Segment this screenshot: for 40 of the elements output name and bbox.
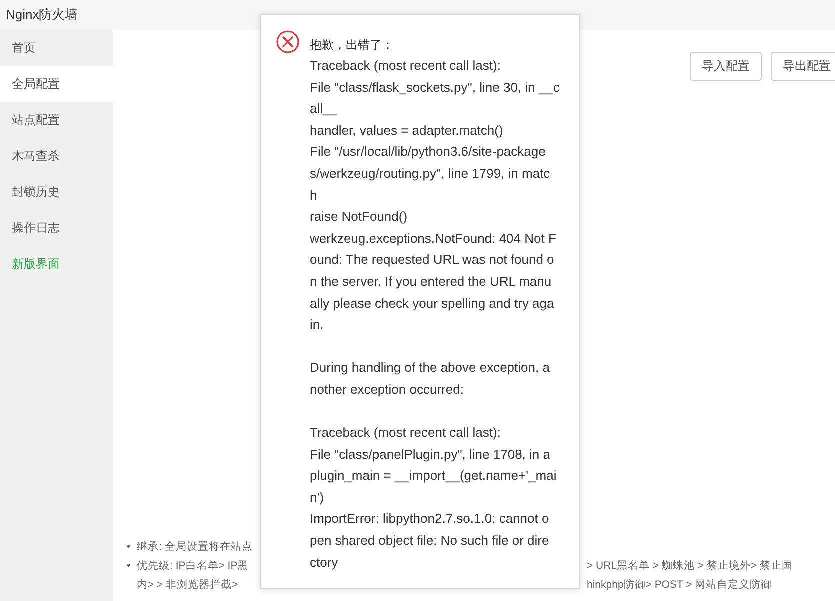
error-line: n') xyxy=(310,488,326,507)
note-text: 优先级: IP白名单> IP黑 xyxy=(137,559,250,574)
config-button[interactable]: 导入配置 xyxy=(690,52,762,81)
error-line: s/werkzeug/routing.py", line 1799, in matc xyxy=(310,164,552,183)
app-title: Nginx防火墙 xyxy=(6,6,78,24)
error-line: raise NotFound() xyxy=(310,208,409,226)
error-line: plugin_main = __import__(get.name+'_mai xyxy=(310,467,558,486)
error-line: ImportError: libpython2.7.so.1.0: cannot o xyxy=(310,510,550,528)
bullet-mark: • xyxy=(127,540,132,555)
error-line: Traceback (most recent call last): xyxy=(310,57,502,75)
note-text: 继承: 全局设置将在站点 xyxy=(137,540,254,555)
sidebar-item[interactable]: 封锁历史 xyxy=(0,174,113,210)
error-line: n the server. If you entered the URL manu xyxy=(310,272,553,291)
sidebar-item[interactable]: 站点配置 xyxy=(0,102,113,138)
error-line: in. xyxy=(310,316,325,334)
config-button[interactable]: 导出配置 xyxy=(771,52,835,81)
error-line: all__ xyxy=(310,100,339,118)
error-line: ound: The requested URL was not found o xyxy=(310,251,556,270)
error-icon xyxy=(276,30,300,54)
sidebar-item[interactable]: 木马查杀 xyxy=(0,138,113,174)
bullet-mark: • xyxy=(127,559,132,574)
error-line: pen shared object file: No such file or dire xyxy=(310,532,550,550)
error-line: handler, values = adapter.match() xyxy=(310,122,504,140)
note-text: hinkphp防御> POST > 网站自定义防御 xyxy=(587,578,772,593)
note-text: 内> > 非浏览器拦截> xyxy=(137,578,240,593)
sidebar-item[interactable]: 首页 xyxy=(0,30,113,66)
error-title: 抱歉，出错了： xyxy=(310,37,395,54)
error-line: File "class/panelPlugin.py", line 1708, in a xyxy=(310,446,552,464)
error-line: ally please check your spelling and try aga xyxy=(310,294,556,313)
error-line: During handling of the above exception, a xyxy=(310,359,551,378)
error-line: h xyxy=(310,186,318,205)
note-text: > URL黑名单 > 蜘蛛池 > 禁止境外> 禁止国 xyxy=(587,559,794,574)
error-line: nother exception occurred: xyxy=(310,380,465,399)
error-line: File "class/flask_sockets.py", line 30, in __c xyxy=(310,78,560,97)
error-line: ctory xyxy=(310,554,340,572)
sidebar-item[interactable]: 全局配置 xyxy=(0,66,113,102)
error-line: Traceback (most recent call last): xyxy=(310,424,502,442)
sidebar-item[interactable]: 操作日志 xyxy=(0,210,113,246)
error-line: werkzeug.exceptions.NotFound: 404 Not F xyxy=(310,230,558,248)
error-line: File "/usr/local/lib/python3.6/site-package xyxy=(310,143,547,162)
